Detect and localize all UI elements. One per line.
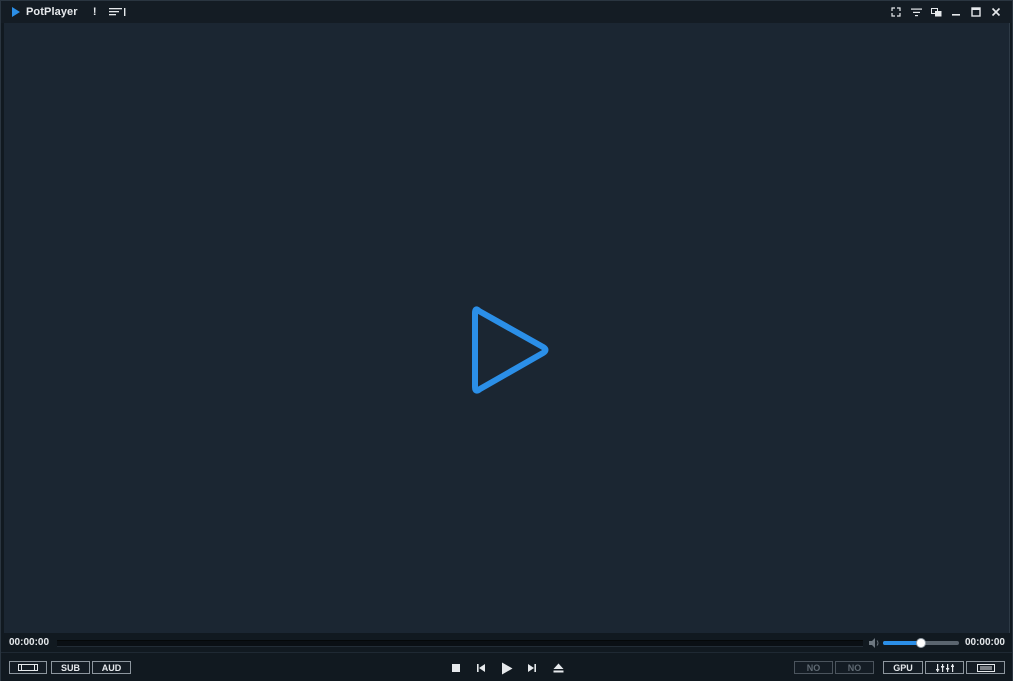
next-icon[interactable]: [524, 661, 540, 675]
control-bar: SUB AUD NO NO GPU: [1, 652, 1012, 681]
no-button-2[interactable]: NO: [835, 661, 874, 674]
alert-icon[interactable]: !: [91, 6, 99, 18]
equalizer-button[interactable]: [925, 661, 964, 674]
app-title: PotPlayer: [26, 6, 78, 18]
potplayer-window: PotPlayer ! 00:00:00 00:00:00 SUB AUD NO…: [0, 0, 1013, 681]
volume-slider[interactable]: [883, 638, 959, 648]
total-time: 00:00:00: [964, 637, 1005, 648]
fullscreen-icon[interactable]: [886, 1, 906, 23]
current-time: 00:00:00: [9, 637, 50, 648]
window-controls: [886, 1, 1006, 23]
big-play-icon[interactable]: [471, 301, 551, 399]
maximize-icon[interactable]: [966, 1, 986, 23]
seek-row: 00:00:00 00:00:00: [1, 634, 1012, 652]
menu-button[interactable]: [966, 661, 1005, 674]
video-area[interactable]: [4, 23, 1010, 633]
gpu-button[interactable]: GPU: [883, 661, 923, 674]
video-settings-button[interactable]: [9, 661, 47, 674]
close-icon[interactable]: [986, 1, 1006, 23]
volume-knob[interactable]: [916, 638, 926, 648]
filter-icon[interactable]: [906, 1, 926, 23]
seek-bar[interactable]: [57, 640, 863, 647]
playlist-icon[interactable]: [108, 7, 128, 17]
app-logo-icon[interactable]: [9, 5, 23, 19]
speaker-icon[interactable]: [867, 636, 881, 650]
minimize-icon[interactable]: [946, 1, 966, 23]
subtitle-button[interactable]: SUB: [51, 661, 90, 674]
audio-button[interactable]: AUD: [92, 661, 131, 674]
previous-icon[interactable]: [473, 661, 489, 675]
stop-icon[interactable]: [448, 661, 464, 675]
no-button-1[interactable]: NO: [794, 661, 833, 674]
window-mode-icon[interactable]: [926, 1, 946, 23]
play-icon[interactable]: [499, 661, 515, 675]
title-bar[interactable]: PotPlayer !: [1, 1, 1012, 23]
eject-icon[interactable]: [550, 661, 566, 675]
